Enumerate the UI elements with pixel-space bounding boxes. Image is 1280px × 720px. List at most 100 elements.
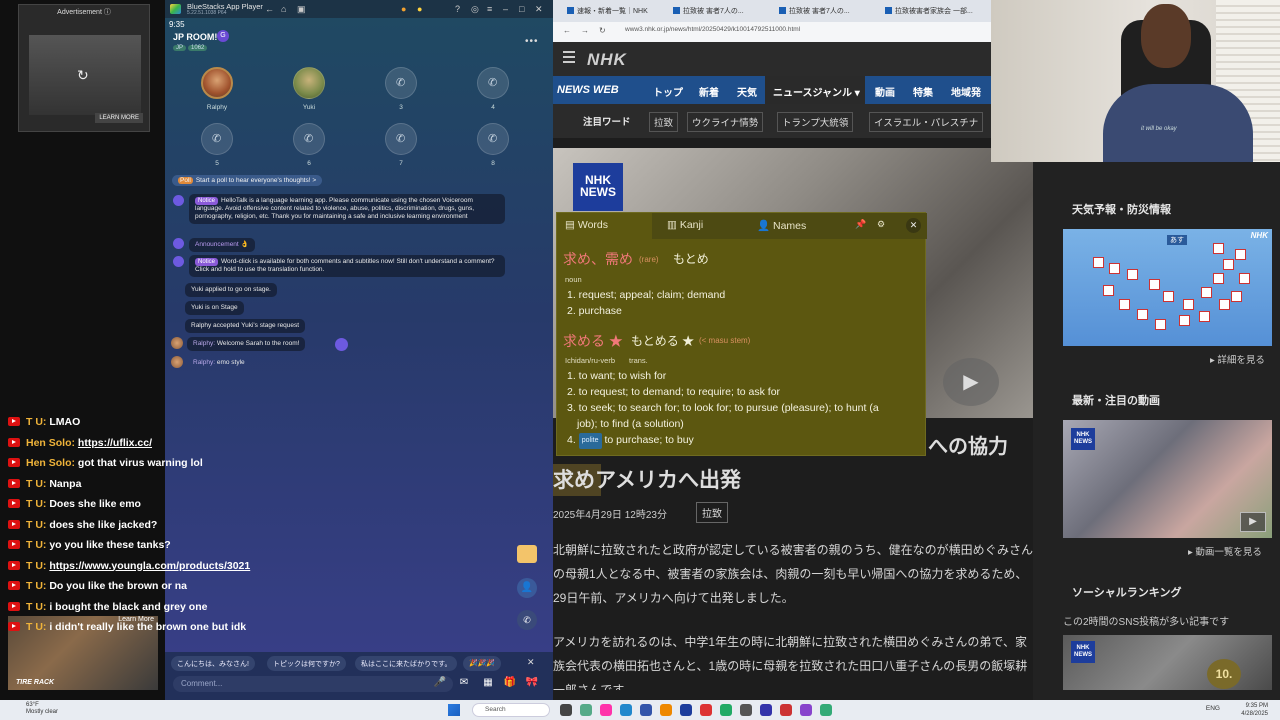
- minimize-icon[interactable]: –: [503, 4, 508, 14]
- avatar[interactable]: [171, 356, 183, 368]
- nav-item[interactable]: 新着: [699, 84, 719, 99]
- gift-box-icon[interactable]: 🎀: [525, 677, 539, 691]
- weather-map[interactable]: NHK あす: [1063, 229, 1272, 346]
- chat-message[interactable]: Ralphy: Welcome Sarah to the room!: [187, 337, 306, 351]
- back-icon[interactable]: ←: [265, 4, 274, 14]
- language-indicator[interactable]: ENG: [1206, 705, 1220, 712]
- chat-link[interactable]: https://uflix.cc/: [78, 437, 152, 449]
- play-icon[interactable]: ▶: [943, 358, 999, 406]
- tab-names[interactable]: 👤 Names: [757, 219, 806, 232]
- reload-icon[interactable]: ↻: [599, 26, 606, 35]
- nav-item[interactable]: 特集: [913, 84, 933, 99]
- weather-more-link[interactable]: ▸ 詳細を見る: [1210, 352, 1265, 366]
- weather-marker[interactable]: [1223, 259, 1234, 270]
- nav-item[interactable]: 天気: [737, 84, 757, 99]
- browser-tab[interactable]: 拉致被 害者7人の...: [663, 3, 767, 19]
- speaker-avatar[interactable]: [293, 67, 325, 99]
- help-icon[interactable]: ?: [455, 4, 460, 14]
- weather-marker[interactable]: [1119, 299, 1130, 310]
- gift-icon[interactable]: 🎁: [503, 677, 517, 691]
- multi-instance-icon[interactable]: ▣: [297, 4, 306, 15]
- browser-tab[interactable]: 拉致被害者家族会 一部...: [875, 3, 979, 19]
- nav-item[interactable]: トップ: [653, 84, 683, 99]
- empty-seat[interactable]: ✆: [201, 123, 233, 155]
- taskbar-app-icon[interactable]: [600, 704, 612, 716]
- more-options-icon[interactable]: •••: [525, 36, 539, 47]
- tab-kanji[interactable]: ▥ Kanji: [667, 219, 703, 231]
- trending-word-link[interactable]: ウクライナ情勢: [687, 112, 764, 132]
- quick-phrase-button[interactable]: トピックは何ですか?: [267, 656, 346, 671]
- weather-marker[interactable]: [1219, 299, 1230, 310]
- weather-marker[interactable]: [1149, 279, 1160, 290]
- weather-marker[interactable]: [1127, 269, 1138, 280]
- comment-input[interactable]: Comment...: [173, 676, 453, 692]
- account-icon[interactable]: ◎: [471, 4, 479, 15]
- close-icon[interactable]: ✕: [535, 4, 543, 15]
- coin-icon[interactable]: ●: [401, 4, 406, 14]
- taskbar-app-icon[interactable]: [740, 704, 752, 716]
- taskbar-app-icon[interactable]: [560, 704, 572, 716]
- weather-marker[interactable]: [1213, 243, 1224, 254]
- trending-word-link[interactable]: トランプ大統領: [777, 112, 854, 132]
- nav-item[interactable]: 地域発: [951, 84, 981, 99]
- hamburger-menu-icon[interactable]: [563, 51, 575, 53]
- menu-icon[interactable]: ≡: [487, 4, 492, 14]
- weather-marker[interactable]: [1199, 311, 1210, 322]
- avatar[interactable]: [171, 337, 183, 349]
- browser-tab[interactable]: 拉致被 害者7人の...: [769, 3, 873, 19]
- gift-icon[interactable]: [517, 545, 537, 563]
- taskbar-app-icon[interactable]: [820, 704, 832, 716]
- article-category[interactable]: 拉致: [696, 502, 728, 523]
- weather-marker[interactable]: [1093, 257, 1104, 268]
- weather-marker[interactable]: [1239, 273, 1250, 284]
- taskbar-clock[interactable]: 9:35 PM 4/28/2025: [1241, 702, 1268, 718]
- taskbar-app-icon[interactable]: [700, 704, 712, 716]
- replay-icon[interactable]: ↻: [77, 67, 89, 84]
- message-icon[interactable]: ✉: [457, 677, 471, 691]
- dictionary-popup[interactable]: ▤ Words ▥ Kanji 👤 Names 📌 ⚙ ✕ 求め、需め (rar…: [556, 212, 927, 456]
- weather-marker[interactable]: [1183, 299, 1194, 310]
- poll-prompt[interactable]: Poll Start a poll to hear everyone's thou…: [172, 175, 323, 186]
- taskbar-app-icon[interactable]: [720, 704, 732, 716]
- weather-marker[interactable]: [1103, 285, 1114, 296]
- weather-marker[interactable]: [1201, 287, 1212, 298]
- weather-marker[interactable]: [1163, 291, 1174, 302]
- taskbar-app-icon[interactable]: [620, 704, 632, 716]
- empty-seat[interactable]: ✆: [293, 123, 325, 155]
- quick-phrase-button[interactable]: 私はここに来たばかりです。: [355, 656, 458, 671]
- taskbar-app-icon[interactable]: [780, 704, 792, 716]
- chat-message[interactable]: Ralphy: emo style: [187, 356, 251, 370]
- phone-icon[interactable]: ✆: [517, 610, 537, 630]
- nav-item[interactable]: 動画: [875, 84, 895, 99]
- taskbar-app-icon[interactable]: [640, 704, 652, 716]
- taskbar-app-icon[interactable]: [760, 704, 772, 716]
- taskbar-search[interactable]: Search: [472, 703, 550, 717]
- announcement[interactable]: Announcement 👌: [189, 238, 255, 252]
- games-icon[interactable]: ▦: [481, 677, 495, 691]
- empty-seat[interactable]: ✆: [385, 67, 417, 99]
- taskbar-app-icon[interactable]: [660, 704, 672, 716]
- points-icon[interactable]: ●: [417, 4, 422, 14]
- invite-icon[interactable]: 👤: [517, 578, 537, 598]
- taskbar-weather[interactable]: 63°F Mostly clear: [26, 702, 58, 716]
- mic-icon[interactable]: 🎤: [433, 677, 447, 691]
- close-icon[interactable]: ✕: [906, 218, 921, 233]
- videos-more-link[interactable]: ▸ 動画一覧を見る: [1188, 544, 1262, 558]
- taskbar-app-icon[interactable]: [680, 704, 692, 716]
- translate-icon[interactable]: [335, 338, 348, 351]
- empty-seat[interactable]: ✆: [477, 67, 509, 99]
- video-thumbnail[interactable]: NHK NEWS ▶: [1063, 420, 1272, 538]
- weather-marker[interactable]: [1109, 263, 1120, 274]
- ranking-thumbnail[interactable]: NHK NEWS 10.: [1063, 635, 1272, 690]
- advertisement[interactable]: Advertisement ⓘ ↻ LEARN MORE: [18, 4, 150, 132]
- pin-icon[interactable]: 📌: [855, 219, 866, 230]
- weather-marker[interactable]: [1231, 291, 1242, 302]
- taskbar-app-icon[interactable]: [580, 704, 592, 716]
- weather-marker[interactable]: [1213, 273, 1224, 284]
- forward-icon[interactable]: →: [581, 26, 589, 35]
- weather-marker[interactable]: [1155, 319, 1166, 330]
- play-icon[interactable]: ▶: [1240, 512, 1266, 532]
- quick-phrase-button[interactable]: こんにちは、みなさん!: [171, 656, 255, 671]
- weather-marker[interactable]: [1137, 309, 1148, 320]
- tab-words[interactable]: ▤ Words: [557, 213, 652, 239]
